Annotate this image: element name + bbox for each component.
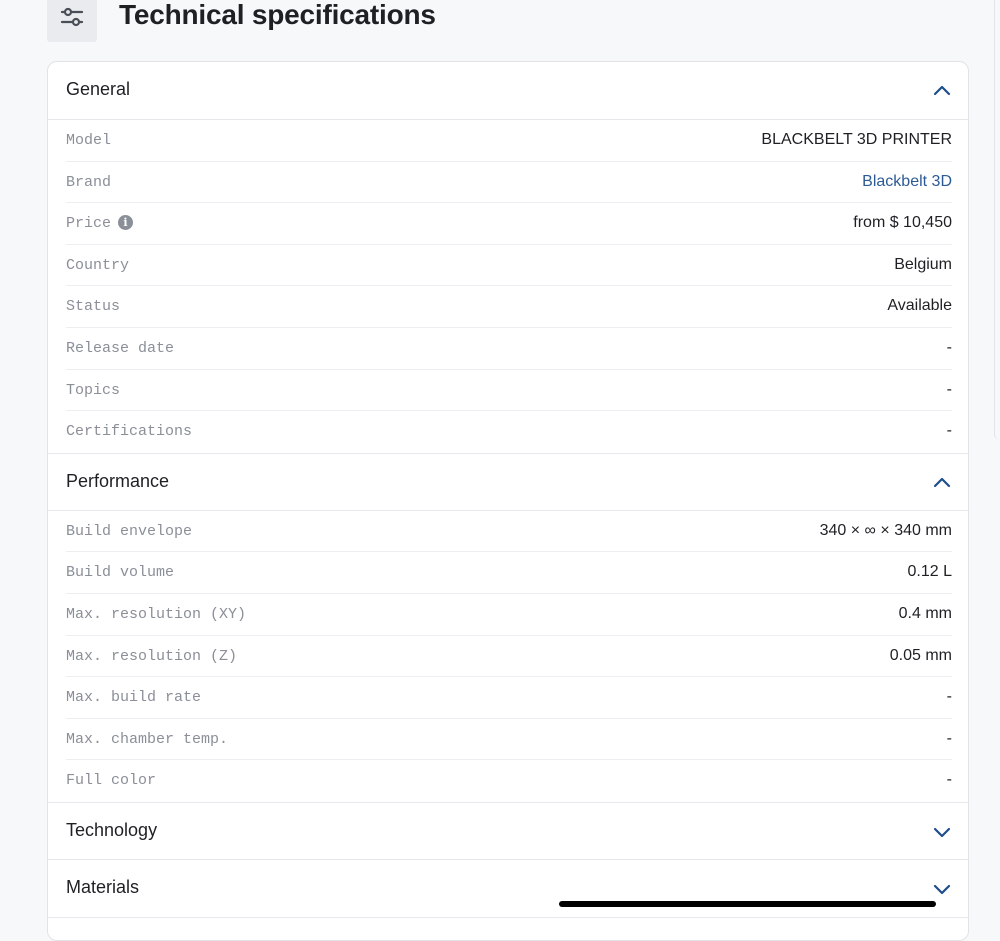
- spec-row-build-rate: Max. build rate -: [66, 677, 952, 719]
- spec-label: Max. chamber temp.: [66, 730, 229, 748]
- adjacent-panel-edge: [994, 0, 1000, 440]
- section-header-materials[interactable]: Materials: [48, 860, 968, 918]
- section-title-technology: Technology: [66, 819, 158, 840]
- spec-value: BLACKBELT 3D PRINTER: [761, 131, 952, 148]
- spec-value: -: [946, 688, 952, 706]
- spec-row-status: Status Available: [66, 286, 952, 328]
- spec-row-price: Price i from $ 10,450: [66, 203, 952, 245]
- spec-row-build-volume: Build volume 0.12 L: [66, 552, 952, 594]
- spec-row-full-color: Full color -: [66, 760, 952, 802]
- section-rows-general: Model BLACKBELT 3D PRINTER Brand Blackbe…: [48, 120, 968, 453]
- section-rows-performance: Build envelope 340 × ∞ × 340 mm Build vo…: [48, 511, 968, 802]
- chevron-up-icon: [933, 477, 951, 487]
- spec-row-chamber-temp: Max. chamber temp. -: [66, 719, 952, 761]
- spec-label: Status: [66, 298, 121, 316]
- spec-label-price: Price i: [66, 215, 134, 233]
- page-title: Technical specifications: [119, 0, 436, 30]
- spec-row-resolution-z: Max. resolution (Z) 0.05 mm: [66, 636, 952, 678]
- spec-value: 0.4 mm: [898, 604, 952, 622]
- spec-row-release-date: Release date -: [66, 328, 952, 370]
- spec-label: Certifications: [66, 423, 193, 441]
- spec-label: Brand: [66, 173, 112, 191]
- spec-row-topics: Topics -: [66, 370, 952, 412]
- spec-value: 0.12 L: [907, 563, 952, 581]
- spec-row-brand: Brand Blackbelt 3D: [66, 162, 952, 204]
- spec-value: -: [946, 338, 952, 356]
- spec-label: Build volume: [66, 564, 175, 582]
- spec-row-resolution-xy: Max. resolution (XY) 0.4 mm: [66, 594, 952, 636]
- spec-row-model: Model BLACKBELT 3D PRINTER: [66, 120, 952, 162]
- page-header: Technical specifications: [47, 0, 947, 42]
- spec-label: Max. build rate: [66, 689, 202, 707]
- spec-label: Model: [66, 132, 112, 149]
- info-icon[interactable]: i: [118, 215, 134, 231]
- spec-label: Max. resolution (Z): [66, 647, 238, 665]
- sliders-icon: [47, 0, 97, 42]
- brand-link[interactable]: Blackbelt 3D: [862, 173, 952, 191]
- spec-value: Available: [887, 297, 952, 315]
- section-header-general[interactable]: General: [48, 62, 968, 120]
- spec-row-build-envelope: Build envelope 340 × ∞ × 340 mm: [66, 511, 952, 553]
- spec-value: -: [946, 729, 952, 747]
- spec-label: Price: [66, 215, 112, 233]
- spec-value: 0.05 mm: [889, 646, 952, 664]
- spec-value: -: [946, 380, 952, 398]
- section-title-general: General: [66, 79, 131, 99]
- chevron-up-icon: [933, 85, 951, 96]
- spec-label: Build envelope: [66, 522, 193, 540]
- chevron-down-icon: [933, 827, 951, 838]
- spec-row-country: Country Belgium: [66, 245, 952, 287]
- spec-label: Full color: [66, 772, 157, 790]
- spec-value: -: [946, 422, 952, 440]
- spec-label: Max. resolution (XY): [66, 605, 247, 623]
- spec-value: from $ 10,450: [853, 214, 952, 232]
- section-title-materials: Materials: [66, 876, 140, 897]
- home-indicator: [559, 901, 936, 907]
- section-header-technology[interactable]: Technology: [48, 801, 968, 860]
- spec-row-certifications: Certifications -: [66, 411, 952, 453]
- chevron-down-icon: [933, 884, 951, 895]
- spec-label: Topics: [66, 381, 121, 399]
- section-title-performance: Performance: [66, 470, 170, 491]
- spec-value: -: [946, 771, 952, 789]
- specs-card: General Model BLACKBELT 3D PRINTER Brand…: [47, 61, 969, 941]
- spec-value: 340 × ∞ × 340 mm: [819, 521, 952, 539]
- spec-label: Release date: [66, 339, 175, 357]
- spec-label: Country: [66, 256, 130, 274]
- section-header-performance[interactable]: Performance: [48, 452, 968, 511]
- spec-value: Belgium: [894, 255, 952, 273]
